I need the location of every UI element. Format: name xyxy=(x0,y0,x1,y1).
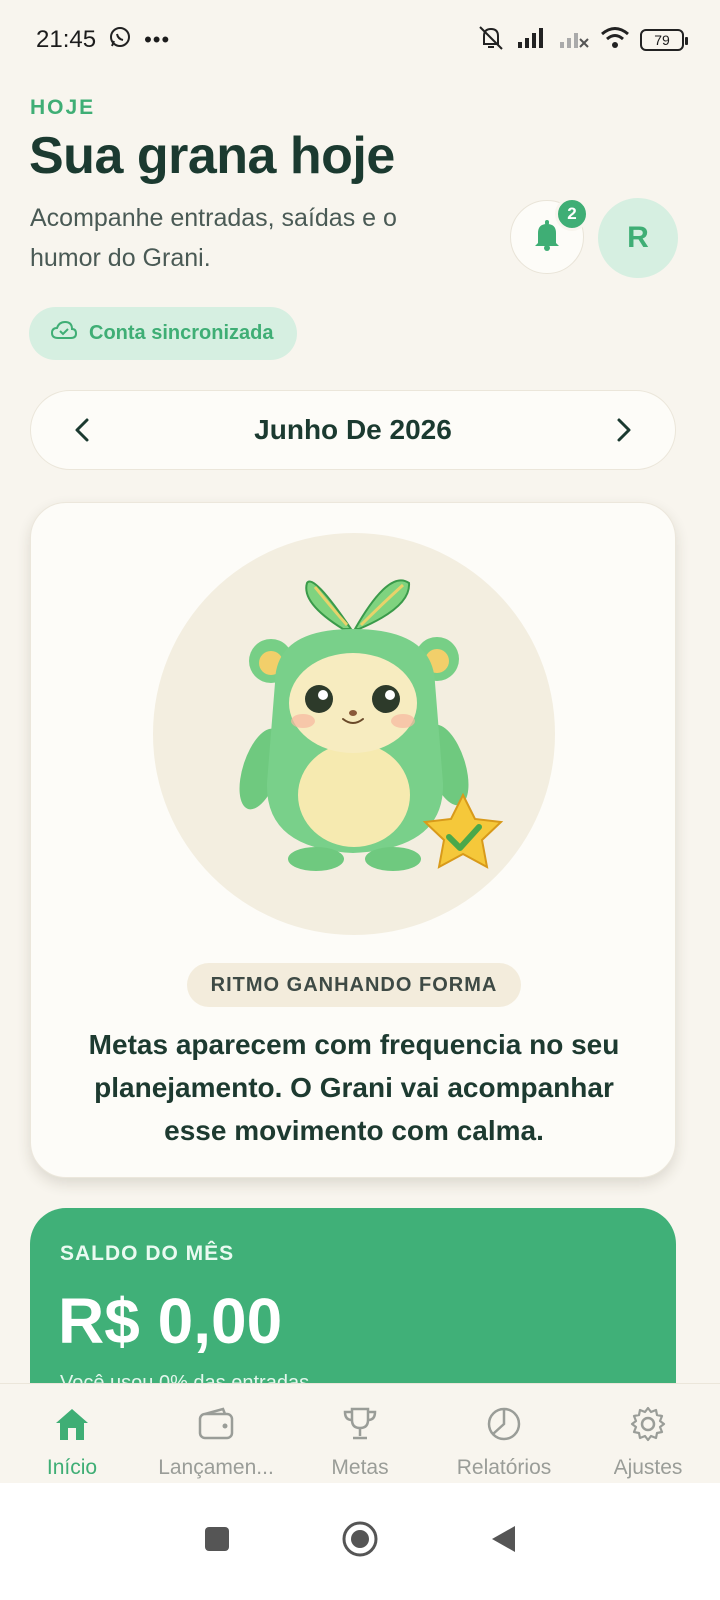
battery-icon: 79 xyxy=(640,29,688,51)
system-navigation-bar xyxy=(0,1483,720,1600)
chevron-right-icon[interactable] xyxy=(611,417,637,443)
eyebrow-label: HOJE xyxy=(30,96,96,119)
muted-bell-icon xyxy=(476,25,506,56)
mood-status-pill: RITMO GANHANDO FORMA xyxy=(187,963,521,1007)
nav-label-lancamentos: Lançamen... xyxy=(158,1456,274,1479)
nav-label-metas: Metas xyxy=(331,1456,389,1479)
signal-no-service-icon xyxy=(558,27,590,54)
balance-label: SALDO DO MÊS xyxy=(60,1242,235,1265)
pie-chart-icon xyxy=(485,1406,523,1448)
page-title: Sua grana hoje xyxy=(29,127,395,185)
signal-icon xyxy=(516,27,548,54)
bottom-navigation: Início Lançamen... Metas Relatórios Ajus… xyxy=(0,1383,720,1483)
notification-badge: 2 xyxy=(555,197,589,231)
nav-item-metas[interactable]: Metas xyxy=(290,1406,430,1480)
more-dots-icon: ••• xyxy=(144,27,171,52)
month-selector: Junho De 2026 xyxy=(30,390,676,470)
status-right: 79 xyxy=(476,25,688,56)
chevron-left-icon[interactable] xyxy=(69,417,95,443)
nav-label-inicio: Início xyxy=(46,1456,98,1479)
nav-item-ajustes[interactable]: Ajustes xyxy=(578,1406,718,1480)
mascot-card: RITMO GANHANDO FORMA Metas aparecem com … xyxy=(30,502,676,1178)
recent-apps-button[interactable] xyxy=(203,1525,231,1558)
avatar[interactable]: R xyxy=(598,198,678,278)
status-time: 21:45 xyxy=(36,26,97,53)
wifi-icon xyxy=(600,26,630,55)
trophy-icon xyxy=(341,1406,379,1448)
page-subtitle: Acompanhe entradas, saídas e o humor do … xyxy=(30,204,397,272)
wallet-icon xyxy=(197,1406,235,1448)
whatsapp-icon xyxy=(108,25,132,56)
nav-item-lancamentos[interactable]: Lançamen... xyxy=(146,1406,286,1480)
grani-mascot-illustration xyxy=(239,579,504,871)
status-left: 21:45 ••• xyxy=(36,25,170,56)
cloud-check-icon xyxy=(50,320,78,347)
nav-label-ajustes: Ajustes xyxy=(613,1456,683,1479)
balance-value: R$ 0,00 xyxy=(58,1285,283,1357)
nav-item-relatorios[interactable]: Relatórios xyxy=(434,1406,574,1480)
mascot-backdrop xyxy=(153,533,555,935)
status-bar: 21:45 ••• 79 xyxy=(0,0,720,80)
back-button[interactable] xyxy=(489,1524,517,1559)
nav-item-inicio[interactable]: Início xyxy=(2,1406,142,1480)
gear-icon xyxy=(629,1406,667,1448)
sync-status-chip[interactable]: Conta sincronizada xyxy=(29,307,298,360)
sync-status-label: Conta sincronizada xyxy=(89,322,274,344)
mood-message: Metas aparecem com frequencia no seu pla… xyxy=(88,1029,620,1146)
home-button[interactable] xyxy=(341,1520,379,1563)
nav-label-relatorios: Relatórios xyxy=(456,1456,552,1479)
home-icon xyxy=(53,1406,91,1448)
month-label: Junho De 2026 xyxy=(254,414,452,445)
